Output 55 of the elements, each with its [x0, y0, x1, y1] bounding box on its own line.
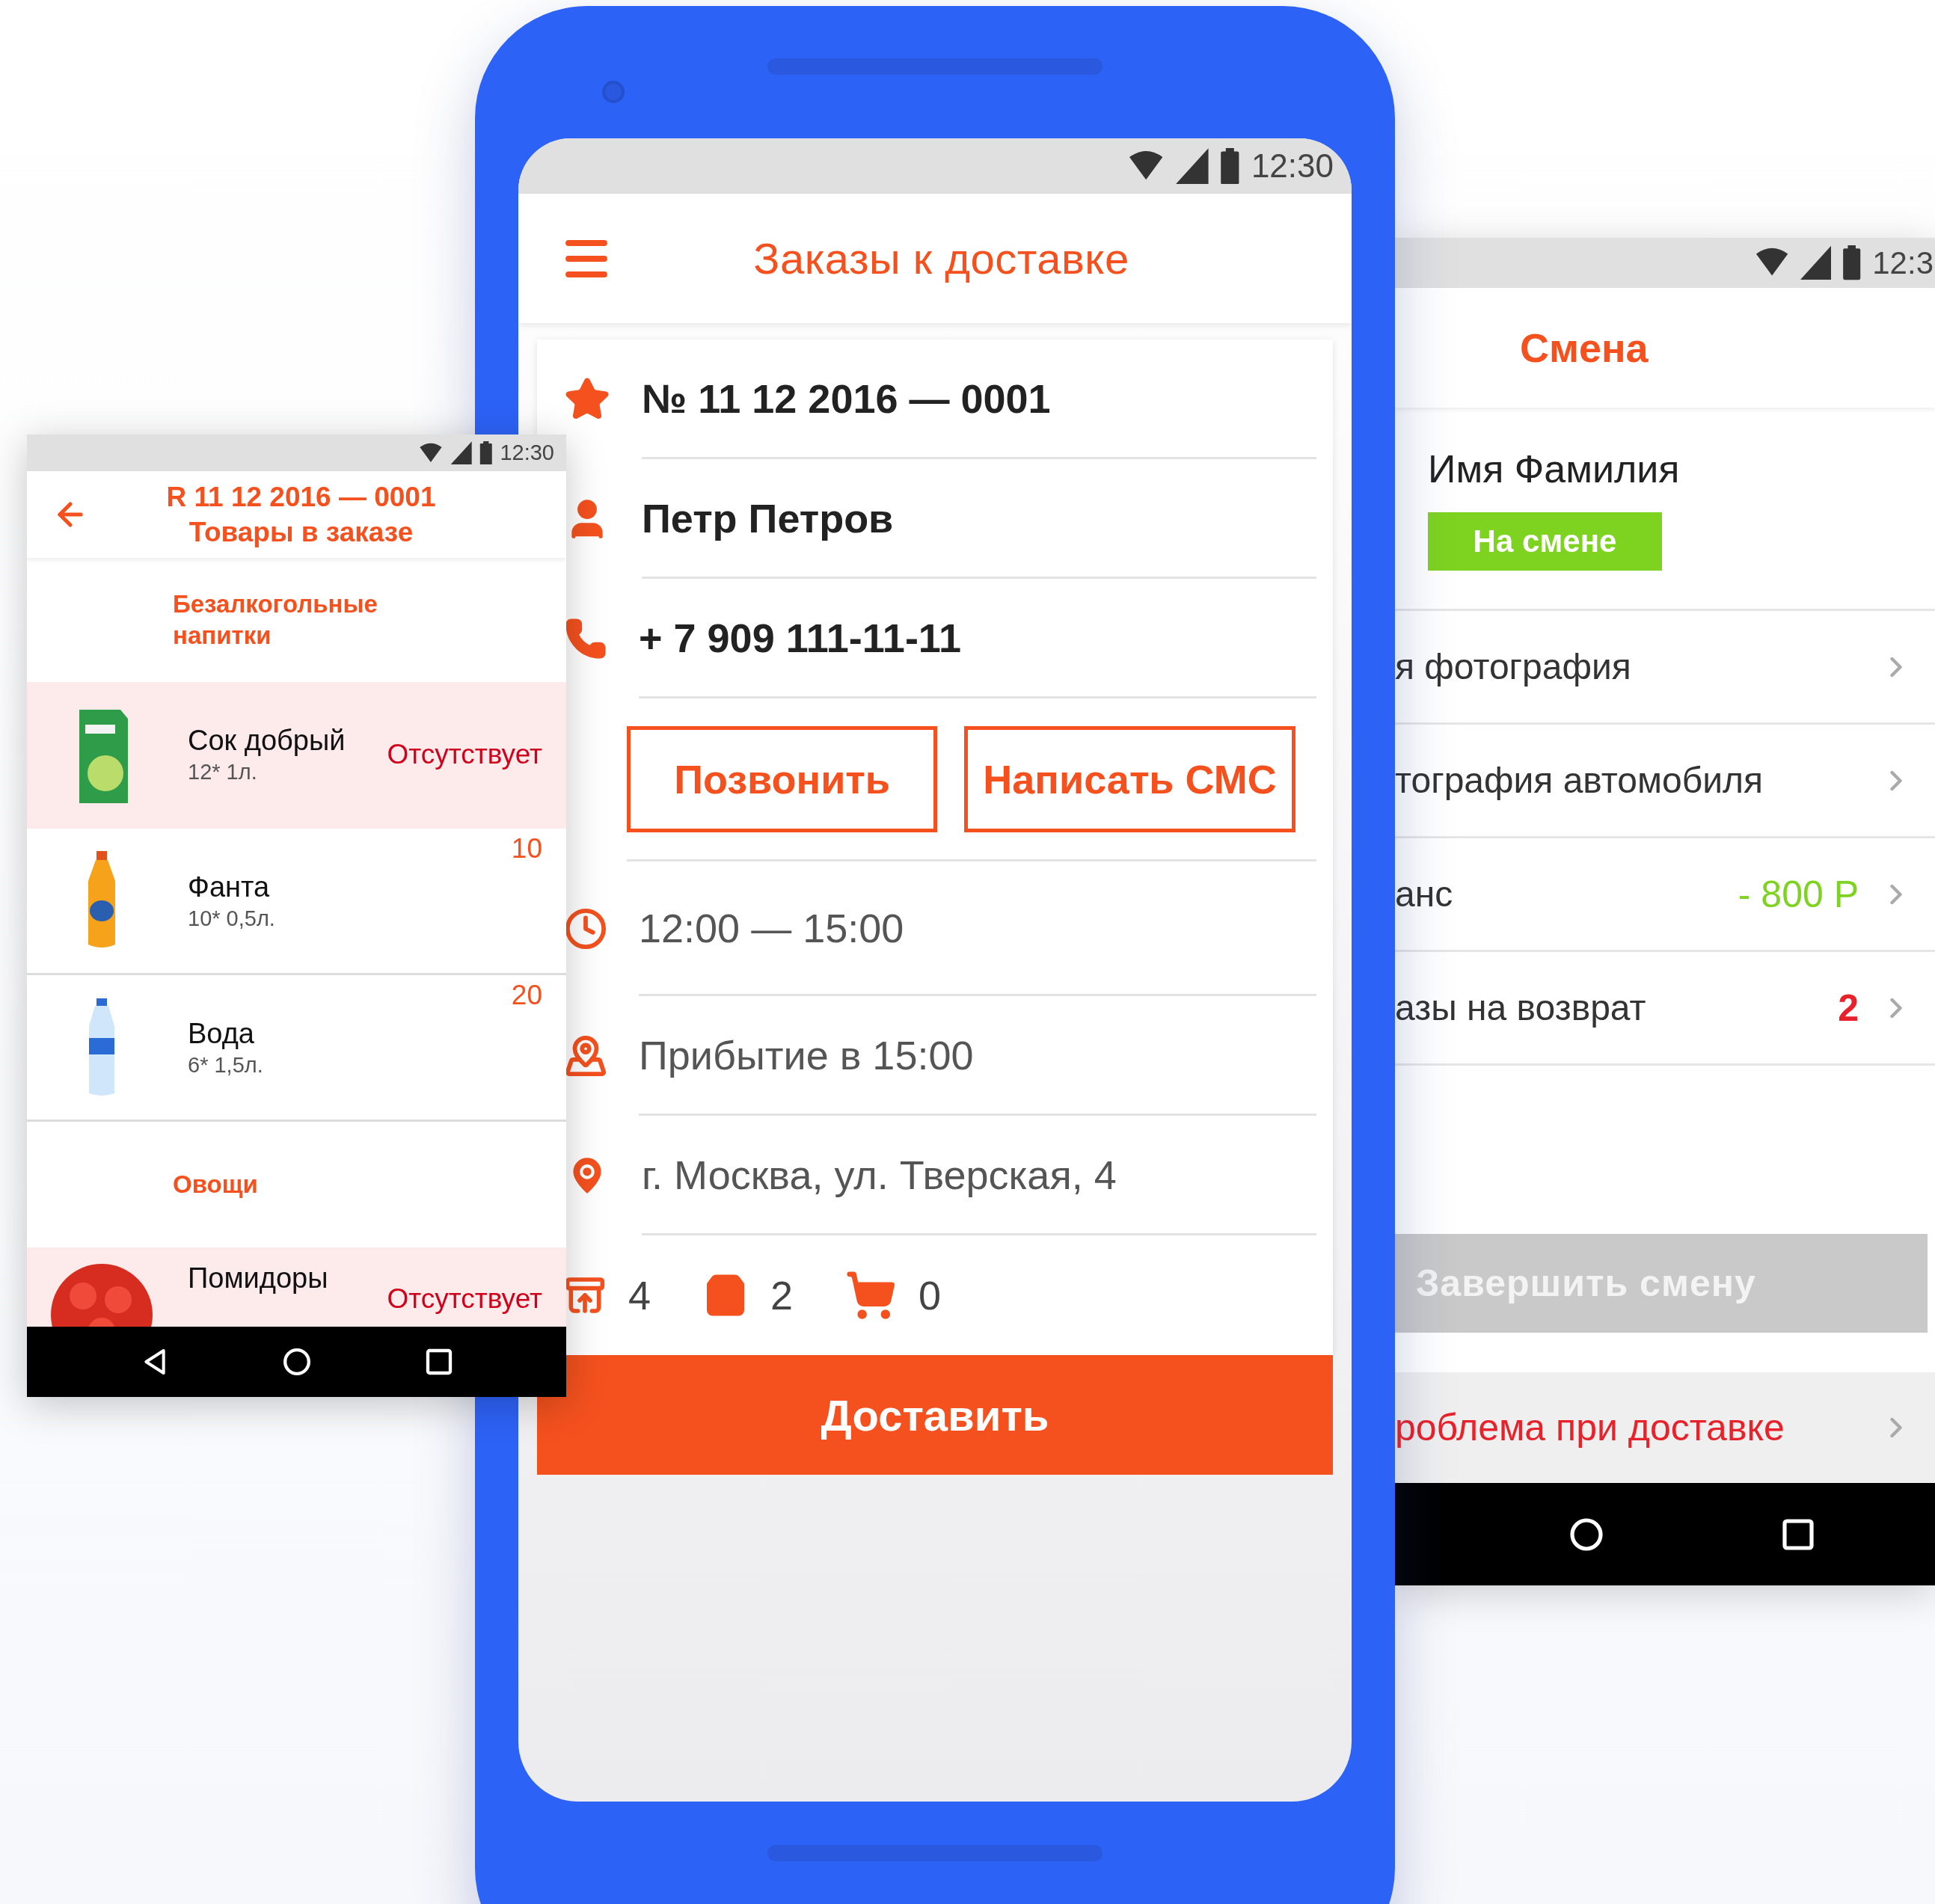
missing-status: Отсутствует: [387, 1283, 542, 1315]
item-count: 2: [770, 1272, 794, 1318]
product-quantity: 20: [511, 980, 542, 1011]
product-pack-size: 10* 0,5л.: [188, 906, 276, 931]
order-number: № 11 12 2016 — 0001: [642, 375, 1051, 422]
product-row[interactable]: Вода 6* 1,5л. 20: [27, 975, 566, 1122]
problem-menu-item[interactable]: роблема при доставке: [1395, 1372, 1935, 1483]
cart-icon: [845, 1270, 897, 1321]
battery-icon: [1842, 245, 1862, 280]
menu-item-value: 2: [1838, 986, 1859, 1030]
product-pack-size: 12* 1л.: [188, 759, 258, 784]
signal-icon: [1175, 147, 1209, 185]
customer-name: Петр Петров: [642, 494, 894, 541]
signal-icon: [1800, 245, 1832, 280]
category-heading: Овощи: [173, 1170, 259, 1200]
battery-icon: [1219, 147, 1240, 185]
time-window: 12:00 — 15:00: [639, 904, 904, 951]
screen-title: Заказы к доставке: [752, 233, 1130, 283]
status-time: 12:30: [1251, 147, 1334, 185]
front-camera: [602, 81, 625, 103]
product-name: Фанта: [188, 870, 271, 903]
shift-status-badge: На смене: [1428, 512, 1662, 571]
product-name: Вода: [188, 1017, 255, 1050]
map-pin-icon: [564, 1034, 607, 1078]
product-row[interactable]: Помидоры Отсутствует: [27, 1247, 566, 1327]
battery-icon: [479, 440, 493, 465]
home-nav-icon[interactable]: [1568, 1516, 1604, 1553]
arrival-time: Прибытие в 15:00: [639, 1031, 974, 1078]
order-code: R 11 12 2016 — 0001: [166, 481, 436, 514]
item-count: 0: [919, 1272, 942, 1318]
product-row[interactable]: Сок добрый 12* 1л. Отсутствует: [27, 682, 566, 829]
item-count: 4: [628, 1272, 651, 1318]
phone-icon: [564, 617, 607, 660]
menu-item-label: анс: [1395, 873, 1454, 915]
screen-title: Товары в заказе: [188, 516, 414, 549]
status-time: 12:3: [1872, 245, 1934, 281]
phone-number: + 7 909 111-11-11: [639, 614, 961, 661]
product-quantity: 10: [511, 833, 542, 865]
menu-item-label: тография автомобиля: [1395, 760, 1764, 801]
address: г. Москва, ул. Тверская, 4: [642, 1151, 1117, 1198]
courier-name: Имя Фамилия: [1428, 446, 1681, 491]
menu-item-value: - 800 Р: [1738, 872, 1859, 916]
menu-item-label: азы на возврат: [1395, 987, 1647, 1028]
status-time: 12:30: [500, 440, 554, 465]
screen-title: Смена: [1520, 325, 1649, 371]
signal-icon: [450, 440, 472, 465]
menu-item-label: я фотография: [1395, 646, 1632, 687]
category-heading: Безалкогольные напитки: [173, 589, 378, 651]
home-nav-icon[interactable]: [281, 1347, 312, 1377]
product-row[interactable]: Фанта 10* 0,5л. 10: [27, 829, 566, 975]
product-name: Помидоры: [188, 1262, 329, 1295]
product-pack-size: 6* 1,5л.: [188, 1052, 264, 1078]
missing-status: Отсутствует: [387, 738, 542, 770]
product-name: Сок добрый: [188, 724, 346, 757]
clock-icon: [564, 907, 607, 951]
